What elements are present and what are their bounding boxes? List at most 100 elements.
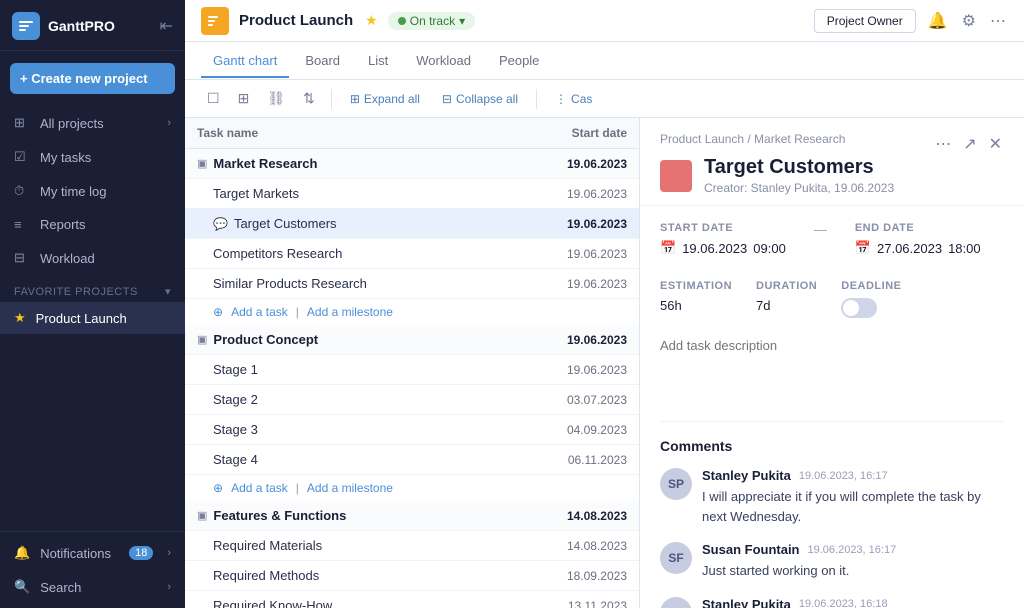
tab-board[interactable]: Board	[293, 45, 352, 78]
group-name: Product Concept	[213, 332, 547, 347]
columns-icon: ⋮	[555, 92, 567, 106]
table-row[interactable]: 💬 Target Customers 19.06.2023	[185, 209, 639, 239]
sidebar-item-my-time-log[interactable]: ⏱ My time log	[0, 174, 185, 208]
calendar-icon: 📅	[660, 240, 676, 256]
duration-field: Duration 7d	[756, 280, 817, 313]
deadline-toggle[interactable]	[841, 298, 877, 318]
collapse-group-icon: ▣	[197, 509, 207, 522]
sidebar-collapse-btn[interactable]: ⇤	[160, 16, 173, 36]
favorites-section: Favorite projects ▾	[0, 275, 185, 302]
clock-icon: ⏱	[14, 183, 30, 199]
panel-title-group: Target Customers Creator: Stanley Pukita…	[704, 156, 894, 195]
sidebar-item-notifications[interactable]: 🔔 Notifications 18 ›	[0, 536, 185, 570]
add-milestone-label[interactable]: Add a milestone	[307, 481, 393, 495]
tab-gantt-chart[interactable]: Gantt chart	[201, 45, 289, 78]
table-row[interactable]: Required Know-How 13.11.2023	[185, 591, 639, 608]
panel-header: Product Launch / Market Research Target …	[640, 118, 1024, 206]
sidebar-item-all-projects[interactable]: ⊞ All projects ›	[0, 106, 185, 140]
group-name: Market Research	[213, 156, 547, 171]
start-date[interactable]: 19.06.2023	[682, 241, 747, 256]
expand-icon: ⊞	[350, 92, 360, 106]
filter-icon[interactable]: ⊞	[232, 86, 256, 111]
project-owner-button[interactable]: Project Owner	[814, 9, 916, 33]
project-icon	[201, 7, 229, 35]
sidebar-item-reports[interactable]: ≡ Reports	[0, 208, 185, 241]
create-project-button[interactable]: + Create new project	[10, 63, 175, 94]
avatar: SP	[660, 468, 692, 500]
sort-icon[interactable]: ⇅	[297, 86, 321, 111]
table-row[interactable]: Competitors Research 19.06.2023	[185, 239, 639, 269]
table-row[interactable]: Required Methods 18.09.2023	[185, 561, 639, 591]
add-task-row-2[interactable]: ⊕ Add a task | Add a milestone	[185, 475, 639, 501]
table-row[interactable]: Similar Products Research 19.06.2023	[185, 269, 639, 299]
project-title: Product Launch	[239, 12, 353, 29]
notifications-arrow: ›	[167, 547, 171, 559]
content-area: Task name Start date ▣ Market Research 1…	[185, 118, 1024, 608]
task-date: 19.06.2023	[547, 217, 627, 231]
panel-actions: ⋯ ↗ ✕	[933, 132, 1004, 156]
more-options-icon[interactable]: ⋯	[933, 132, 953, 156]
tab-workload[interactable]: Workload	[404, 45, 483, 78]
task-color-indicator	[660, 160, 692, 192]
task-group-market-research[interactable]: ▣ Market Research 19.06.2023	[185, 149, 639, 179]
table-row[interactable]: Stage 4 06.11.2023	[185, 445, 639, 475]
status-chevron-icon: ▾	[459, 14, 465, 28]
add-milestone-label[interactable]: Add a milestone	[307, 305, 393, 319]
expand-all-button[interactable]: ⊞ Expand all	[342, 88, 428, 110]
logo-group: GanttPRO	[12, 12, 115, 40]
table-row[interactable]: Target Markets 19.06.2023	[185, 179, 639, 209]
close-icon[interactable]: ✕	[987, 132, 1004, 156]
nav-tabs: Gantt chart Board List Workload People	[185, 42, 1024, 80]
end-date[interactable]: 27.06.2023	[877, 241, 942, 256]
table-row[interactable]: Stage 2 03.07.2023	[185, 385, 639, 415]
arrow-icon: ›	[167, 117, 171, 129]
tab-list[interactable]: List	[356, 45, 400, 78]
add-task-label[interactable]: Add a task	[231, 305, 288, 319]
table-row[interactable]: Stage 1 19.06.2023	[185, 355, 639, 385]
add-task-row[interactable]: ⊕ Add a task | Add a milestone	[185, 299, 639, 325]
add-task-label[interactable]: Add a task	[231, 481, 288, 495]
settings-icon-btn[interactable]: ⚙	[960, 9, 978, 33]
grid-icon: ⊞	[14, 115, 30, 131]
comment-content: Stanley Pukita 19.06.2023, 16:18 Thanks.	[702, 597, 1004, 608]
toolbar-separator-2	[536, 89, 537, 109]
sidebar-item-product-launch[interactable]: ★ Product Launch	[0, 302, 185, 334]
sidebar-item-workload[interactable]: ⊟ Workload	[0, 241, 185, 275]
group-date: 19.06.2023	[547, 157, 627, 171]
task-description-input[interactable]	[660, 338, 1004, 398]
notifications-icon-btn[interactable]: 🔔	[926, 9, 950, 33]
status-badge[interactable]: On track ▾	[388, 12, 475, 30]
more-icon-btn[interactable]: ⋯	[988, 9, 1008, 33]
collapse-all-button[interactable]: ⊟ Collapse all	[434, 88, 526, 110]
task-date: 13.11.2023	[547, 599, 627, 608]
task-group-product-concept[interactable]: ▣ Product Concept 19.06.2023	[185, 325, 639, 355]
duration-value: 7d	[756, 298, 817, 313]
favorites-collapse-icon[interactable]: ▾	[165, 285, 171, 298]
sidebar-nav: ⊞ All projects › ☑ My tasks ⏱ My time lo…	[0, 106, 185, 531]
project-star-icon[interactable]: ★	[365, 12, 378, 29]
share-icon[interactable]: ↗	[961, 132, 978, 156]
group-date: 14.08.2023	[547, 509, 627, 523]
sidebar-item-label: Workload	[40, 251, 95, 266]
task-name: Stage 2	[213, 392, 547, 407]
main-content: Product Launch ★ On track ▾ Project Owne…	[185, 0, 1024, 608]
duration[interactable]: 7d	[756, 298, 770, 313]
comment-item: SP Stanley Pukita 19.06.2023, 16:18 Than…	[660, 597, 1004, 608]
tab-people[interactable]: People	[487, 45, 551, 78]
sidebar-item-search[interactable]: 🔍 Search ›	[0, 570, 185, 604]
sidebar-item-my-tasks[interactable]: ☑ My tasks	[0, 140, 185, 174]
reports-icon: ≡	[14, 217, 30, 232]
sidebar-item-label: My tasks	[40, 150, 91, 165]
comment-item: SF Susan Fountain 19.06.2023, 16:17 Just…	[660, 542, 1004, 581]
table-row[interactable]: Required Materials 14.08.2023	[185, 531, 639, 561]
start-time[interactable]: 09:00	[753, 241, 786, 256]
custom-fields-button[interactable]: ⋮ Cas	[547, 88, 600, 110]
checkbox-icon[interactable]: ☐	[201, 86, 226, 111]
link-icon[interactable]: ⛓	[261, 86, 291, 111]
estimation[interactable]: 56h	[660, 298, 682, 313]
task-group-features[interactable]: ▣ Features & Functions 14.08.2023	[185, 501, 639, 531]
table-row[interactable]: Stage 3 04.09.2023	[185, 415, 639, 445]
end-time[interactable]: 18:00	[948, 241, 981, 256]
task-name: Stage 1	[213, 362, 547, 377]
calendar-icon: 📅	[855, 240, 871, 256]
